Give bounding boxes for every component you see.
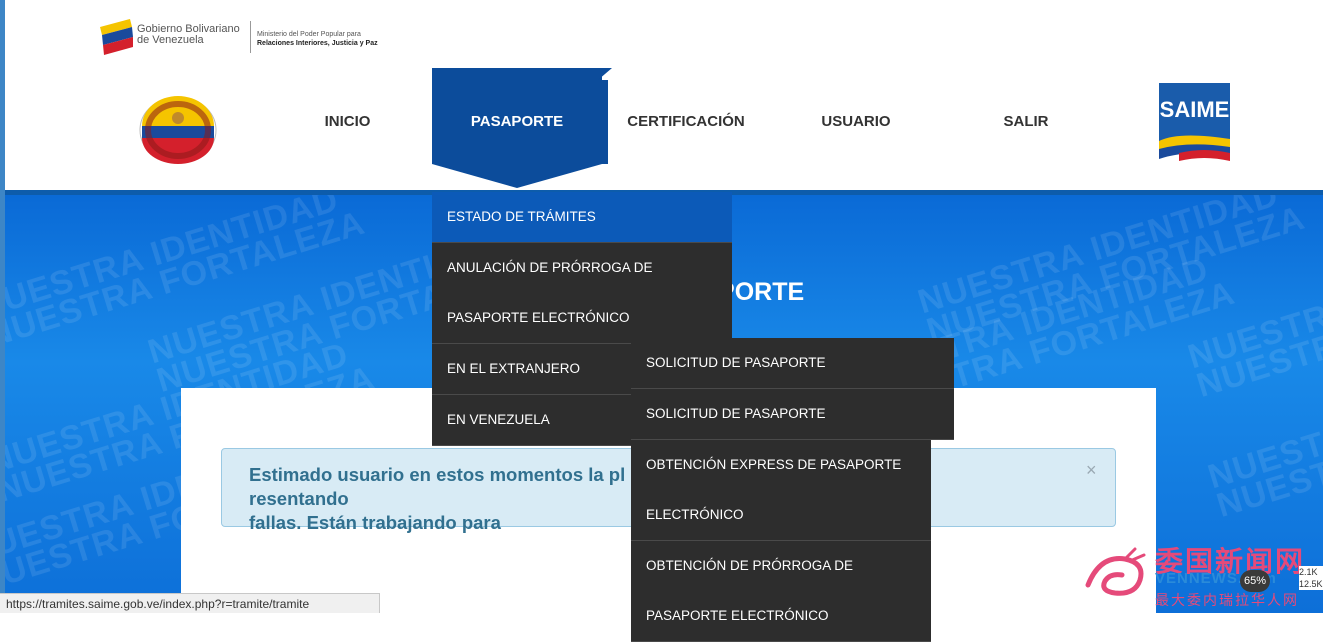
close-icon[interactable]: × [1086,460,1097,481]
network-speed: 2.1K 12.5K [1299,566,1323,590]
government-name: Gobierno Bolivariano de Venezuela [137,24,240,46]
extranjero-submenu: SOLICITUD DE PASAPORTE SOLICITUD DE PASA… [631,338,954,642]
venezuela-flag-icon [100,19,133,55]
government-logo: Gobierno Bolivariano de Venezuela Minist… [98,15,408,59]
saime-logo: SAIME [1159,83,1230,161]
nav-inicio[interactable]: INICIO [290,105,405,139]
nav-salir[interactable]: SALIR [980,105,1072,139]
submenu-item-obtencion-express[interactable]: OBTENCIÓN EXPRESS DE PASAPORTE ELECTRÓNIC… [631,440,931,541]
logo-separator [250,21,251,53]
ministry-name-line2: Relaciones Interiores, Justicia y Paz [257,40,378,47]
nav-active-arrow [432,164,602,188]
nav-certificacion[interactable]: CERTIFICACIÓN [620,105,752,139]
saime-logo-text: SAIME [1159,97,1230,122]
dropdown-item-anulacion-prorroga[interactable]: ANULACIÓN DE PRÓRROGA DE PASAPORTE ELECTR… [432,243,732,344]
submenu-item-solicitud-pasaporte-2[interactable]: SOLICITUD DE PASAPORTE [631,389,954,440]
ministry-name-line1: Ministerio del Poder Popular para [257,31,361,38]
nav-usuario[interactable]: USUARIO [800,105,912,139]
browser-status-url: https://tramites.saime.gob.ve/index.php?… [0,593,380,613]
ministry-emblem-icon [139,96,217,164]
government-name-line2: de Venezuela [137,34,204,46]
news-watermark-cn-subtitle: 最大委内瑞拉华人网 [1155,593,1299,609]
alert-line2-left: fallas. Están trabajando para [249,512,501,533]
network-speed-down: 12.5K [1299,579,1323,589]
alert-line1-right: resentando [249,488,349,509]
network-percent-badge: 65% [1240,570,1270,592]
news-watermark: 委国新闻网 VENNEWS.com 最大委内瑞拉华人网 65% 2.1K 12.… [1080,540,1323,613]
submenu-item-solicitud-pasaporte[interactable]: SOLICITUD DE PASAPORTE [631,338,954,389]
nav-pasaporte[interactable]: PASAPORTE [432,105,602,139]
ministry-name: Ministerio del Poder Popular para Relaci… [257,30,378,48]
network-speed-up: 2.1K [1299,567,1318,577]
dropdown-item-estado-tramites[interactable]: ESTADO DE TRÁMITES [432,192,732,243]
nav-active-corner [598,68,612,80]
submenu-item-obtencion-prorroga[interactable]: OBTENCIÓN DE PRÓRROGA DE PASAPORTE ELECTR… [631,541,931,642]
alert-line1-left: Estimado usuario en estos momentos la pl [249,464,626,485]
dragon-logo-icon [1085,547,1146,596]
